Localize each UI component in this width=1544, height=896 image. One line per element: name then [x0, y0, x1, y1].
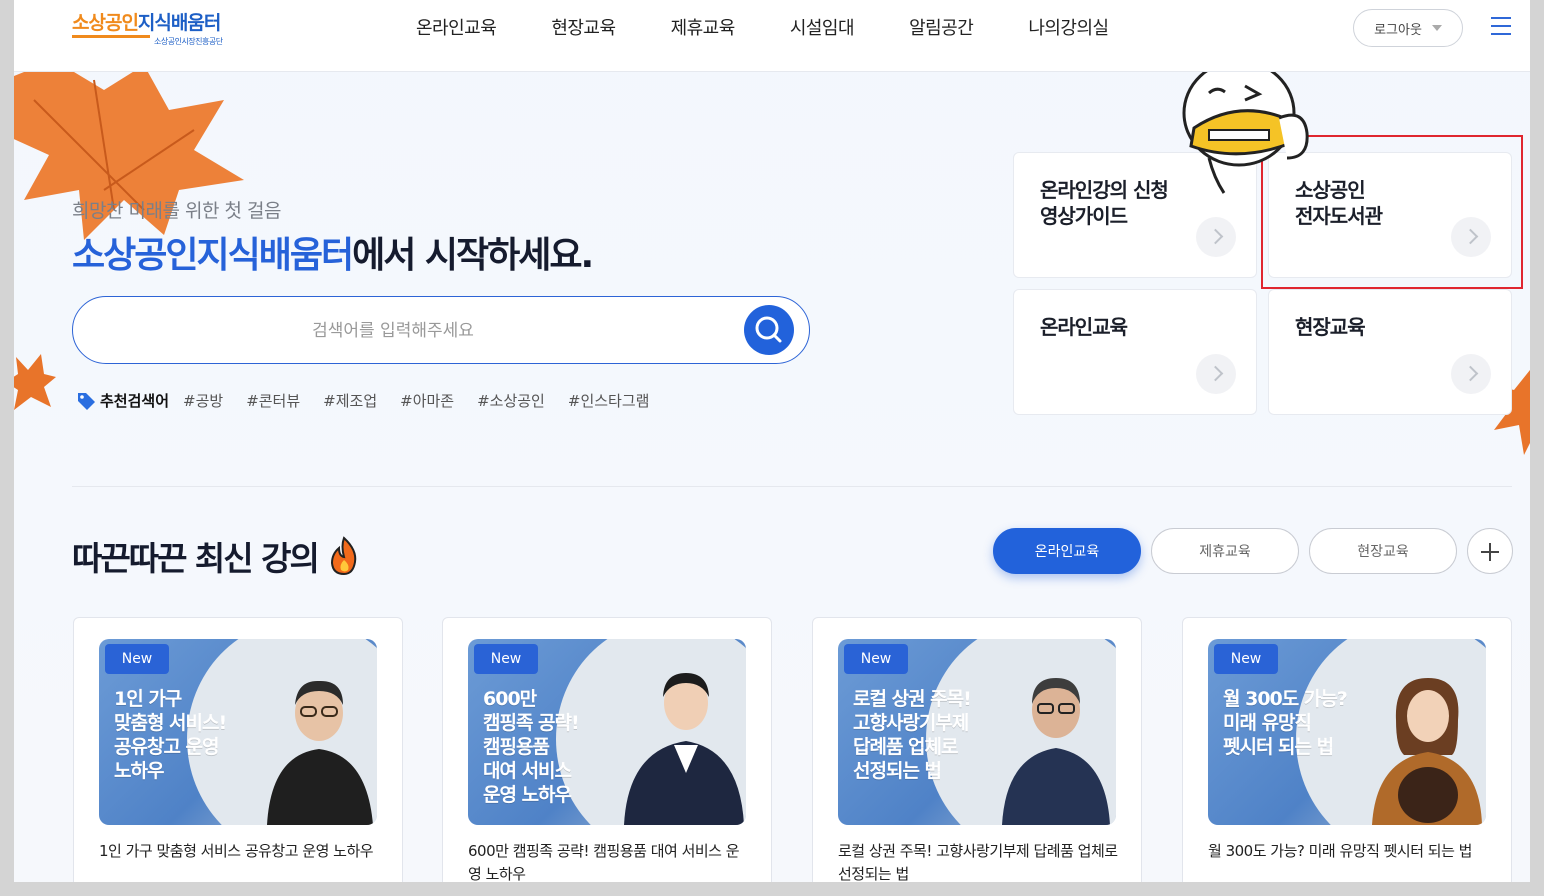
filter-onsite-education[interactable]: 현장교육	[1309, 528, 1457, 574]
site-logo[interactable]: 소상공인지식배움터 소상공인시장진흥공단	[72, 8, 223, 46]
nav-my-classroom[interactable]: 나의강의실	[1028, 14, 1109, 40]
instructor-photo	[624, 673, 744, 825]
logo-text: 소상공인지식배움터	[72, 8, 221, 35]
keyword-tag[interactable]: #소상공인	[477, 390, 545, 411]
nav-online-education[interactable]: 온라인교육	[416, 14, 497, 40]
keyword-tag[interactable]: #콘터뷰	[246, 390, 300, 411]
course-thumbnail: New 1인 가구 맞춤형 서비스! 공유창고 운영 노하우	[99, 639, 377, 825]
course-name: 월 300도 가능? 미래 유망직 펫시터 되는 법	[1208, 842, 1472, 860]
quick-card-onsite-education[interactable]: 현장교육	[1268, 289, 1512, 415]
logo-text-a: 소상공인	[72, 12, 139, 34]
course-name: 로컬 상권 주목! 고향사랑기부제 답례품 업체로 선정되는 법	[838, 842, 1118, 882]
quick-card-online-education[interactable]: 온라인교육	[1013, 289, 1257, 415]
keyword-tag[interactable]: #인스타그램	[568, 390, 650, 411]
site-header: 소상공인지식배움터 소상공인시장진흥공단 온라인교육 현장교육 제휴교육 시설임…	[14, 0, 1530, 72]
chevron-down-icon	[1431, 25, 1442, 31]
search-input[interactable]	[103, 313, 683, 349]
latest-title-text: 따끈따끈 최신 강의	[72, 539, 320, 578]
course-card[interactable]: New 월 300도 가능? 미래 유망직 펫시터 되는 법 월 300도 가능…	[1182, 617, 1512, 882]
recommended-keywords: 추천검색어 #공방 #콘터뷰 #제조업 #아마존 #소상공인 #인스타그램	[76, 390, 672, 411]
latest-courses-title: 따끈따끈 최신 강의	[72, 532, 361, 580]
thumbnail-title: 월 300도 가능? 미래 유망직 펫시터 되는 법	[1223, 688, 1348, 758]
search-button[interactable]	[744, 305, 794, 355]
new-badge: New	[474, 644, 538, 674]
section-divider	[72, 486, 1512, 487]
course-thumbnail: New 월 300도 가능? 미래 유망직 펫시터 되는 법	[1208, 639, 1486, 825]
course-card[interactable]: New 600만 캠핑족 공략! 캠핑용품 대여 서비스 운영 노하우 600만…	[442, 617, 772, 882]
instructor-photo	[1002, 678, 1110, 825]
course-card[interactable]: New 1인 가구 맞춤형 서비스! 공유창고 운영 노하우 1인 가구 맞춤형…	[73, 617, 403, 882]
quick-card-title: 온라인교육	[1040, 315, 1128, 339]
maple-leaf-icon	[14, 354, 56, 410]
instructor-photo	[267, 680, 373, 825]
new-badge: New	[844, 644, 908, 674]
search-box	[72, 296, 810, 364]
more-plus-icon[interactable]	[1467, 528, 1513, 574]
course-name: 1인 가구 맞춤형 서비스 공유창고 운영 노하우	[99, 842, 374, 860]
logout-button[interactable]: 로그아웃	[1353, 9, 1463, 47]
thumbnail-title: 1인 가구 맞춤형 서비스! 공유창고 운영 노하우	[114, 688, 227, 782]
nav-partner-education[interactable]: 제휴교육	[671, 14, 736, 40]
course-name: 600만 캠핑족 공략! 캠핑용품 대여 서비스 운영 노하우	[468, 842, 740, 882]
nav-notice[interactable]: 알림공간	[909, 14, 974, 40]
logout-label: 로그아웃	[1374, 22, 1422, 38]
page-frame: 소상공인지식배움터 소상공인시장진흥공단 온라인교육 현장교육 제휴교육 시설임…	[14, 0, 1530, 882]
new-badge: New	[1214, 644, 1278, 674]
main-nav: 온라인교육 현장교육 제휴교육 시설임대 알림공간 나의강의실	[416, 14, 1164, 40]
quick-card-title: 현장교육	[1295, 315, 1366, 339]
course-thumbnail: New 로컬 상권 주목! 고향사랑기부제 답례품 업체로 선정되는 법	[838, 639, 1116, 825]
search-icon	[755, 316, 782, 343]
fire-icon	[331, 536, 357, 576]
keywords-title: 추천검색어	[100, 392, 170, 410]
chevron-right-icon	[1451, 354, 1491, 394]
mascot-character	[1182, 59, 1309, 194]
logo-text-b: 지식배움터	[137, 12, 221, 34]
course-card[interactable]: New 로컬 상권 주목! 고향사랑기부제 답례품 업체로 선정되는 법 로컬 …	[812, 617, 1142, 882]
hero-tagline: 희망찬 미래를 위한 첫 걸음	[72, 200, 281, 222]
nav-onsite-education[interactable]: 현장교육	[551, 14, 616, 40]
thumbnail-title: 600만 캠핑족 공략! 캠핑용품 대여 서비스 운영 노하우	[483, 688, 580, 806]
filter-partner-education[interactable]: 제휴교육	[1151, 528, 1299, 574]
logo-subtitle: 소상공인시장진흥공단	[154, 37, 223, 46]
nav-facility-rental[interactable]: 시설임대	[790, 14, 855, 40]
course-thumbnail: New 600만 캠핑족 공략! 캠핑용품 대여 서비스 운영 노하우	[468, 639, 746, 825]
quick-card-title: 온라인강의 신청 영상가이드	[1040, 178, 1169, 228]
new-badge: New	[105, 644, 169, 674]
keyword-tag[interactable]: #제조업	[323, 390, 377, 411]
keyword-tag[interactable]: #공방	[183, 390, 223, 411]
menu-icon[interactable]	[1491, 17, 1511, 35]
headline-rest: 에서 시작하세요.	[352, 235, 594, 276]
logo-underline	[72, 35, 150, 38]
keyword-tag[interactable]: #아마존	[400, 390, 454, 411]
chevron-right-icon	[1196, 217, 1236, 257]
thumbnail-title: 로컬 상권 주목! 고향사랑기부제 답례품 업체로 선정되는 법	[853, 688, 972, 782]
headline-highlight: 소상공인지식배움터	[72, 235, 354, 276]
filter-online-education[interactable]: 온라인교육	[993, 528, 1141, 574]
chevron-right-icon	[1196, 354, 1236, 394]
hero-headline: 소상공인지식배움터에서 시작하세요.	[72, 226, 594, 278]
tag-icon	[78, 392, 95, 410]
instructor-photo	[1372, 678, 1482, 825]
